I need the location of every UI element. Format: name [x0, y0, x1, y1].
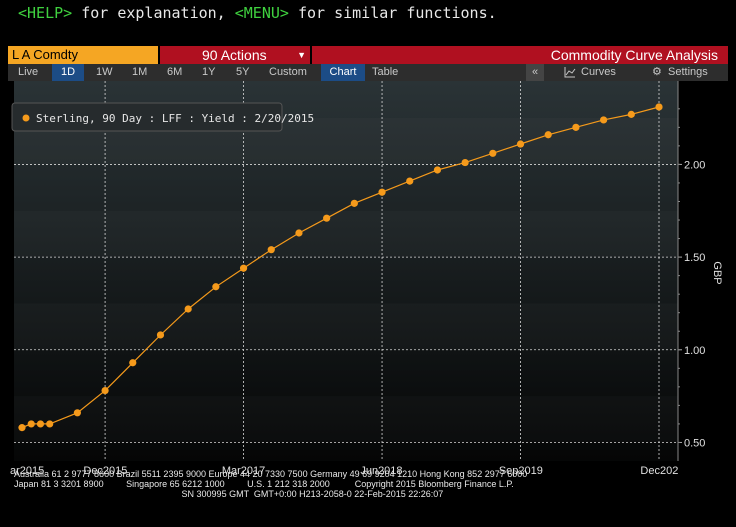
actions-menu[interactable]: 90 Actions ▼: [160, 46, 310, 64]
grid-band: [14, 396, 678, 442]
data-point[interactable]: [489, 149, 497, 157]
settings-button[interactable]: Settings: [668, 64, 708, 81]
data-point[interactable]: [46, 420, 54, 428]
data-point[interactable]: [27, 420, 35, 428]
y-tick-label: 1.00: [684, 345, 705, 357]
data-point[interactable]: [600, 116, 608, 124]
grid-band: [14, 211, 678, 257]
tab-chart[interactable]: Chart: [321, 64, 365, 81]
range-custom[interactable]: Custom: [269, 64, 307, 81]
x-tick-label: Dec202: [640, 465, 679, 477]
data-point[interactable]: [433, 166, 442, 174]
data-point[interactable]: [461, 158, 469, 167]
toolbar: Live 1D 1W 1M 6M 1Y 5Y Custom Chart Tabl…: [8, 64, 728, 81]
header-bar: L A Comdty 90 Actions ▼ Commodity Curve …: [8, 46, 728, 64]
footer-line-3: SN 300995 GMT GMT+0:00 H213-2058-0 22-Fe…: [14, 489, 444, 499]
data-point[interactable]: [73, 409, 81, 417]
legend-label: Sterling, 90 Day : LFF : Yield : 2/20/20…: [36, 112, 314, 125]
actions-label: Actions: [220, 47, 267, 63]
ticker-field[interactable]: L A Comdty: [8, 46, 158, 64]
data-point[interactable]: [544, 131, 552, 139]
data-point[interactable]: [572, 123, 580, 131]
range-5y[interactable]: 5Y: [236, 64, 249, 81]
dropdown-caret-icon: ▼: [297, 50, 306, 60]
actions-number: 90: [202, 47, 218, 63]
function-title: Commodity Curve Analysis: [312, 46, 728, 64]
y-tick-label: 2.00: [684, 159, 705, 171]
data-point[interactable]: [655, 103, 663, 111]
help-bar: <HELP> for explanation, <MENU> for simil…: [18, 4, 497, 22]
data-point[interactable]: [239, 264, 248, 272]
data-point[interactable]: [129, 359, 137, 367]
footer-line-2: Japan 81 3 3201 8900 Singapore 65 6212 1…: [14, 479, 514, 489]
legend-swatch: [22, 114, 30, 122]
range-1y[interactable]: 1Y: [202, 64, 215, 81]
data-point[interactable]: [212, 283, 220, 291]
help-text: for explanation,: [72, 4, 235, 22]
range-live[interactable]: Live: [18, 64, 44, 81]
range-1m[interactable]: 1M: [132, 64, 147, 81]
data-point[interactable]: [378, 188, 386, 196]
data-point[interactable]: [18, 424, 26, 432]
data-point[interactable]: [350, 199, 358, 207]
curves-icon[interactable]: [564, 64, 576, 81]
data-point[interactable]: [406, 177, 414, 185]
range-1w[interactable]: 1W: [96, 64, 113, 81]
y-axis-label: GBP: [711, 261, 723, 284]
menu-key[interactable]: <MENU>: [235, 4, 289, 22]
menu-text: for similar functions.: [288, 4, 497, 22]
chart-area: 0.50 1.00 1.50 2.00 GBP Sterling, 90 Day : …: [8, 81, 728, 461]
gear-icon[interactable]: ⚙: [652, 64, 662, 81]
curves-button[interactable]: Curves: [581, 64, 616, 81]
legend-box[interactable]: Sterling, 90 Day : LFF : Yield : 2/20/20…: [11, 102, 314, 132]
data-point[interactable]: [101, 386, 109, 395]
footer-line-1: Australia 61 2 9777 8600 Brazil 5511 239…: [14, 469, 528, 479]
grid-band: [14, 303, 678, 349]
collapse-button[interactable]: «: [526, 64, 544, 81]
curve-chart: 0.50 1.00 1.50 2.00 GBP Sterling, 90 Day : …: [8, 81, 728, 461]
range-1d[interactable]: 1D: [52, 64, 84, 81]
help-key[interactable]: <HELP>: [18, 4, 72, 22]
range-6m[interactable]: 6M: [167, 64, 182, 81]
data-point[interactable]: [323, 214, 331, 222]
data-point[interactable]: [156, 331, 165, 339]
data-point[interactable]: [627, 110, 635, 118]
y-tick-label: 0.50: [684, 437, 705, 449]
data-point[interactable]: [36, 420, 45, 428]
y-tick-label: 1.50: [684, 252, 705, 264]
data-point[interactable]: [295, 229, 303, 237]
data-point[interactable]: [516, 140, 525, 148]
data-point[interactable]: [267, 246, 275, 254]
footer: Australia 61 2 9777 8600 Brazil 5511 239…: [14, 469, 527, 499]
data-point[interactable]: [184, 305, 192, 313]
tab-table[interactable]: Table: [372, 64, 398, 81]
